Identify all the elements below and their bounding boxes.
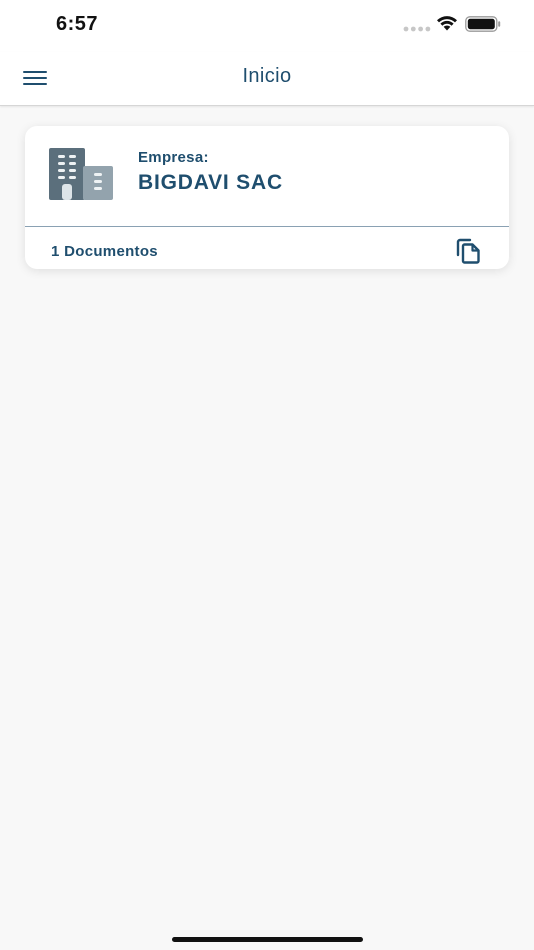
page-title: Inicio — [242, 65, 292, 87]
documents-button[interactable] — [453, 237, 483, 265]
navigation-bar: Inicio — [0, 52, 534, 106]
company-card[interactable]: Empresa: BIGDAVI SAC 1 Documentos — [25, 126, 509, 269]
documents-count: 1 Documentos — [51, 243, 158, 260]
status-bar: 6:57 — [0, 0, 534, 52]
app-screen: 6:57 Inicio Empresa: BIGDAVI SAC 1 Docum… — [0, 0, 534, 950]
battery-icon — [465, 16, 501, 32]
company-card-header: Empresa: BIGDAVI SAC — [25, 126, 509, 226]
company-name: BIGDAVI SAC — [138, 171, 283, 194]
company-label: Empresa: — [138, 149, 209, 166]
card-divider — [25, 226, 509, 227]
cellular-signal-icon — [403, 26, 431, 32]
copy-documents-icon — [456, 238, 480, 264]
wifi-icon — [437, 16, 457, 31]
home-indicator[interactable] — [172, 937, 363, 942]
building-icon — [49, 148, 113, 200]
status-time: 6:57 — [56, 13, 99, 35]
